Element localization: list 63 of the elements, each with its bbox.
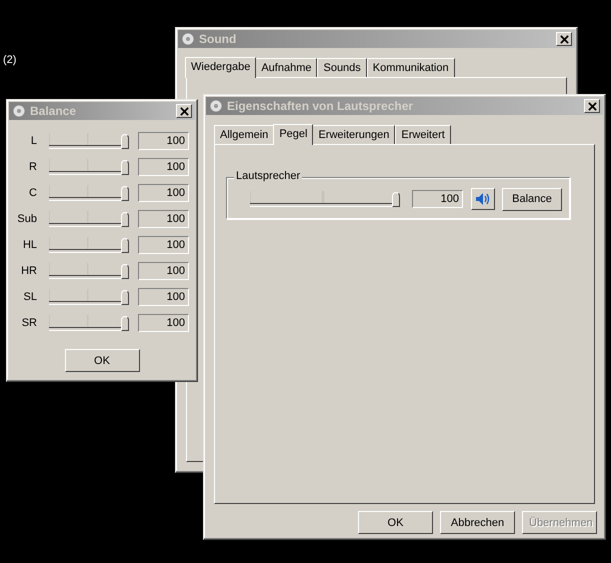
value-field[interactable]: 100 xyxy=(138,236,189,254)
window-title: Eigenschaften von Lautsprecher xyxy=(227,99,414,113)
close-icon xyxy=(180,106,188,116)
slider-thumb[interactable] xyxy=(121,134,129,149)
volume-slider[interactable] xyxy=(49,184,127,202)
volume-slider[interactable] xyxy=(49,158,127,176)
disc-icon xyxy=(209,99,223,113)
volume-slider[interactable] xyxy=(250,190,398,208)
volume-slider[interactable] xyxy=(49,314,127,332)
value-field[interactable]: 100 xyxy=(138,184,189,202)
value-field[interactable]: 100 xyxy=(138,158,189,176)
mute-button[interactable] xyxy=(471,188,495,210)
window-title: Sound xyxy=(199,32,238,46)
tab[interactable]: Kommunikation xyxy=(366,58,455,77)
tab[interactable]: Wiedergabe xyxy=(185,57,256,78)
volume-slider[interactable] xyxy=(49,262,127,280)
close-button[interactable] xyxy=(556,32,572,46)
volume-slider[interactable] xyxy=(49,132,127,150)
slider-thumb[interactable] xyxy=(121,212,129,227)
close-button[interactable] xyxy=(584,99,600,113)
ok-button[interactable]: OK xyxy=(64,349,140,372)
close-button[interactable] xyxy=(176,104,192,118)
slider-thumb[interactable] xyxy=(121,264,129,279)
dialog-button[interactable]: Abbrechen xyxy=(440,511,515,534)
speaker-icon xyxy=(475,192,491,206)
channel-label: Sub xyxy=(16,213,37,225)
channel-label: C xyxy=(28,187,37,199)
window-title: Balance xyxy=(30,104,78,118)
slider-thumb[interactable] xyxy=(121,186,129,201)
close-icon xyxy=(560,34,568,44)
channel-label: HR xyxy=(20,265,37,277)
tab[interactable]: Sounds xyxy=(317,58,367,77)
balance-button[interactable]: Balance xyxy=(502,188,562,210)
value-field[interactable]: 100 xyxy=(138,210,189,228)
tab[interactable]: Erweiterungen xyxy=(312,125,396,144)
slider-thumb[interactable] xyxy=(392,192,400,207)
dialog-button[interactable]: OK xyxy=(358,511,433,534)
tab[interactable]: Aufnahme xyxy=(255,58,318,77)
disc-icon xyxy=(12,104,26,118)
value-field[interactable]: 100 xyxy=(138,262,189,280)
volume-slider[interactable] xyxy=(49,288,127,306)
slider-thumb[interactable] xyxy=(121,160,129,175)
volume-slider[interactable] xyxy=(49,236,127,254)
tab[interactable]: Allgemein xyxy=(214,125,274,144)
value-field[interactable]: 100 xyxy=(412,190,463,208)
group-label: Lautsprecher xyxy=(234,170,302,182)
channel-label: SL xyxy=(22,291,37,303)
value-field[interactable]: 100 xyxy=(138,288,189,306)
counter-text: (2) xyxy=(3,54,16,66)
volume-slider[interactable] xyxy=(49,210,127,228)
value-field[interactable]: 100 xyxy=(138,132,189,150)
tab[interactable]: Erweitert xyxy=(395,125,451,144)
slider-thumb[interactable] xyxy=(121,290,129,305)
close-icon xyxy=(588,102,596,110)
channel-label: L xyxy=(30,135,37,147)
value-field[interactable]: 100 xyxy=(138,314,189,332)
channel-label: SR xyxy=(20,317,37,329)
slider-thumb[interactable] xyxy=(121,316,129,331)
tab[interactable]: Pegel xyxy=(273,124,314,145)
slider-thumb[interactable] xyxy=(121,238,129,253)
channel-label: HL xyxy=(22,239,37,251)
disc-icon xyxy=(181,32,195,46)
channel-label: R xyxy=(28,161,37,173)
